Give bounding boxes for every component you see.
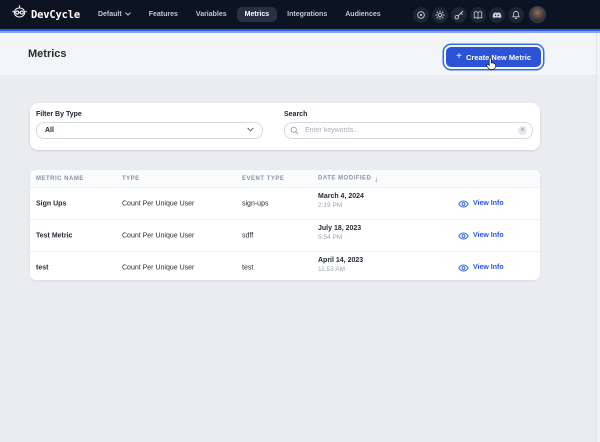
brand-name: DevCycle — [31, 9, 80, 21]
filter-by-type-field: Filter By Type All — [36, 111, 263, 139]
plus-icon: + — [456, 52, 462, 62]
event-type: sdff — [242, 232, 253, 239]
nav-item-variables[interactable]: Variables — [188, 7, 235, 22]
eye-icon — [458, 200, 469, 208]
metric-type: Count Per Unique User — [122, 232, 194, 239]
settings-button[interactable] — [432, 7, 448, 23]
date-modified: April 14, 2023 11:53 AM — [318, 257, 363, 273]
table-row: Test Metric Count Per Unique User sdff J… — [30, 220, 540, 252]
event-type: test — [242, 264, 253, 271]
chevron-down-icon — [125, 11, 131, 18]
key-icon — [454, 10, 464, 20]
type-filter-select[interactable]: All — [36, 122, 263, 139]
column-header-metric-name[interactable]: METRIC NAME — [36, 176, 84, 182]
column-header-event-type[interactable]: EVENT TYPE — [242, 176, 284, 182]
type-filter-value: All — [45, 127, 54, 134]
table-row: test Count Per Unique User test April 14… — [30, 252, 540, 280]
create-new-metric-label: Create New Metric — [466, 53, 531, 62]
create-new-metric-button[interactable]: + Create New Metric — [446, 47, 541, 67]
column-header-date-modified[interactable]: DATE MODIFIED ↓ — [318, 174, 379, 183]
nav-item-features[interactable]: Features — [141, 7, 186, 22]
docs-button[interactable] — [470, 7, 486, 23]
time: 5:54 PM — [318, 234, 361, 241]
discord-icon — [492, 10, 502, 20]
devcycle-metrics-page: DevCycle Default Features Variables Metr… — [0, 0, 600, 442]
user-avatar[interactable] — [529, 6, 546, 23]
search-box[interactable]: × — [284, 122, 533, 139]
api-keys-button[interactable] — [451, 7, 467, 23]
date: March 4, 2024 — [318, 193, 364, 200]
page-title: Metrics — [28, 48, 67, 60]
column-header-type[interactable]: TYPE — [122, 176, 140, 182]
metric-name: test — [36, 264, 48, 271]
status-ring-button[interactable] — [413, 7, 429, 23]
date-modified: March 4, 2024 2:19 PM — [318, 193, 364, 209]
sort-descending-icon: ↓ — [374, 174, 378, 183]
top-navbar: DevCycle Default Features Variables Metr… — [0, 0, 600, 29]
nav-item-metrics[interactable]: Metrics — [237, 7, 278, 22]
search-field: Search × — [284, 111, 533, 139]
metric-type: Count Per Unique User — [122, 200, 194, 207]
nav-item-integrations[interactable]: Integrations — [279, 7, 335, 22]
view-info-label: View Info — [473, 200, 504, 207]
metric-name: Sign Ups — [36, 200, 66, 207]
discord-button[interactable] — [489, 7, 505, 23]
table-header-row: METRIC NAME TYPE EVENT TYPE DATE MODIFIE… — [30, 170, 540, 188]
date: July 18, 2023 — [318, 225, 361, 232]
search-label: Search — [284, 111, 533, 118]
brand-logo[interactable]: DevCycle — [12, 5, 80, 25]
time: 2:19 PM — [318, 202, 364, 209]
table-row: Sign Ups Count Per Unique User sign-ups … — [30, 188, 540, 220]
date-modified: July 18, 2023 5:54 PM — [318, 225, 361, 241]
eye-icon — [458, 264, 469, 272]
notifications-bell-icon — [511, 10, 521, 20]
notifications-button[interactable] — [508, 7, 524, 23]
view-info-link[interactable]: View Info — [458, 200, 504, 208]
date: April 14, 2023 — [318, 257, 363, 264]
view-info-link[interactable]: View Info — [458, 264, 504, 272]
navbar-actions — [413, 6, 546, 23]
status-ring-icon — [416, 10, 426, 20]
chevron-down-icon — [247, 127, 254, 134]
search-input[interactable] — [303, 126, 514, 135]
nav-item-default-label: Default — [98, 11, 122, 18]
event-type: sign-ups — [242, 200, 268, 207]
view-info-label: View Info — [473, 232, 504, 239]
devcycle-robot-icon — [12, 5, 27, 25]
metric-name: Test Metric — [36, 232, 72, 239]
search-icon — [290, 122, 299, 140]
time: 11:53 AM — [318, 266, 363, 273]
filter-card: Filter By Type All Search × — [30, 103, 540, 150]
metrics-table: METRIC NAME TYPE EVENT TYPE DATE MODIFIE… — [30, 170, 540, 280]
settings-gear-icon — [435, 10, 445, 20]
eye-icon — [458, 232, 469, 240]
primary-nav: Default Features Variables Metrics Integ… — [90, 7, 389, 22]
metric-type: Count Per Unique User — [122, 264, 194, 271]
view-info-link[interactable]: View Info — [458, 232, 504, 240]
filter-by-type-label: Filter By Type — [36, 111, 263, 118]
column-header-date-modified-label: DATE MODIFIED — [318, 176, 371, 182]
scrollbar[interactable] — [596, 33, 600, 442]
docs-book-icon — [473, 10, 483, 20]
nav-item-audiences[interactable]: Audiences — [337, 7, 388, 22]
view-info-label: View Info — [473, 264, 504, 271]
nav-item-default[interactable]: Default — [90, 7, 139, 22]
clear-search-button[interactable]: × — [518, 126, 527, 135]
